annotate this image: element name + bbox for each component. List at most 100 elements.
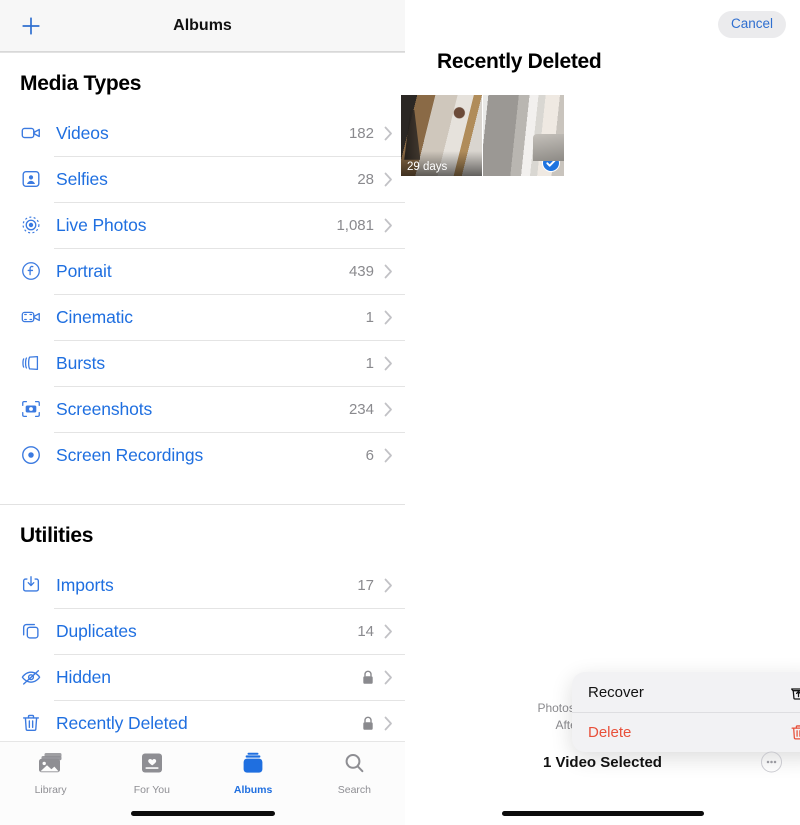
- chevron-right-icon: [384, 264, 393, 279]
- sidebar-row-count: 17: [357, 576, 374, 594]
- screen-recording-icon: [20, 444, 50, 466]
- detail-nav-bar: Cancel: [405, 0, 800, 44]
- sidebar-row-count: 439: [348, 262, 374, 280]
- bursts-stack-icon: [20, 352, 50, 374]
- chevron-right-icon: [384, 356, 393, 371]
- sidebar-row-imports[interactable]: Imports 17: [0, 562, 405, 608]
- chevron-right-icon: [384, 218, 393, 233]
- home-indicator: [130, 811, 275, 816]
- chevron-right-icon: [384, 126, 393, 141]
- detail-title: Recently Deleted: [437, 50, 602, 73]
- chevron-right-icon: [384, 448, 393, 463]
- sidebar-row-count: 234: [348, 400, 374, 418]
- sidebar-row-count: 14: [357, 622, 374, 640]
- tab-for-you[interactable]: For You: [101, 752, 202, 796]
- live-photo-icon: [20, 214, 50, 236]
- duplicates-copy-icon: [20, 620, 50, 642]
- chevron-right-icon: [384, 670, 393, 685]
- checkmark-circle-icon: [542, 154, 560, 172]
- sidebar-row-label: Screenshots: [56, 398, 153, 419]
- selection-count-label: 1 Video Selected: [543, 753, 662, 771]
- menu-item-label: Recover: [588, 683, 644, 701]
- sidebar-row-live-photos[interactable]: Live Photos 1,081: [0, 202, 405, 248]
- photo-thumbnail[interactable]: 29 days: [401, 95, 482, 176]
- lock-icon: [362, 716, 374, 731]
- menu-item-recover[interactable]: Recover: [572, 672, 800, 712]
- photo-thumbnail-selected[interactable]: [483, 95, 564, 176]
- chevron-right-icon: [384, 578, 393, 593]
- tab-library[interactable]: Library: [0, 752, 101, 796]
- context-menu: Recover Delete: [572, 672, 800, 752]
- sidebar-row-duplicates[interactable]: Duplicates 14: [0, 608, 405, 654]
- screenshot-camera-icon: [20, 398, 50, 420]
- trash-icon: [789, 723, 800, 742]
- sidebar-row-label: Live Photos: [56, 214, 147, 235]
- hidden-eye-slash-icon: [20, 666, 50, 688]
- photos-stack-icon: [38, 752, 64, 779]
- portrait-aperture-icon: [20, 260, 50, 282]
- sidebar-row-label: Cinematic: [56, 306, 133, 327]
- sidebar-row-bursts[interactable]: Bursts 1: [0, 340, 405, 386]
- sidebar-row-screenshots[interactable]: Screenshots 234: [0, 386, 405, 432]
- ellipsis-circle-icon[interactable]: [761, 751, 782, 773]
- chevron-right-icon: [384, 172, 393, 187]
- sidebar-row-count: 6: [365, 446, 374, 464]
- sidebar-row-label: Duplicates: [56, 620, 137, 641]
- tab-label: Albums: [233, 784, 273, 796]
- tab-albums[interactable]: Albums: [203, 752, 304, 796]
- albums-sidebar-pane: Albums Media Types Videos 182 Selfies 28…: [0, 0, 405, 825]
- sidebar-row-screen-recordings[interactable]: Screen Recordings 6: [0, 432, 405, 478]
- sidebar-row-selfies[interactable]: Selfies 28: [0, 156, 405, 202]
- tab-search[interactable]: Search: [304, 752, 405, 796]
- sidebar-row-label: Selfies: [56, 168, 108, 189]
- video-camera-icon: [20, 122, 50, 144]
- tab-label: Search: [337, 784, 372, 796]
- menu-item-label: Delete: [588, 724, 632, 741]
- section-header-utilities: Utilities: [20, 524, 94, 547]
- albums-list: Media Types Videos 182 Selfies 28 Live P…: [0, 52, 405, 825]
- sidebar-row-label: Portrait: [56, 260, 112, 281]
- sidebar-row-count: 1: [365, 354, 374, 372]
- magnifier-icon: [342, 752, 366, 779]
- sidebar-row-label: Recently Deleted: [56, 712, 188, 733]
- sidebar-row-hidden[interactable]: Hidden: [0, 654, 405, 700]
- photo-thumbnail-grid: 29 days: [401, 95, 564, 176]
- days-remaining-badge: 29 days: [401, 151, 482, 176]
- sidebar-row-label: Imports: [56, 574, 114, 595]
- import-download-icon: [20, 574, 50, 596]
- add-album-button[interactable]: [8, 3, 54, 49]
- for-you-card-icon: [140, 752, 164, 779]
- lock-icon: [362, 670, 374, 685]
- albums-book-icon: [241, 752, 265, 779]
- selection-toolbar: 1 Video Selected: [405, 745, 800, 779]
- chevron-right-icon: [384, 624, 393, 639]
- sidebar-row-count: 1: [365, 308, 374, 326]
- sidebar-row-count: 1,081: [336, 216, 374, 234]
- plus-icon: [20, 15, 42, 37]
- sidebar-row-label: Videos: [56, 122, 109, 143]
- sidebar-row-cinematic[interactable]: Cinematic 1: [0, 294, 405, 340]
- sidebar-row-label: Hidden: [56, 666, 111, 687]
- page-title: Albums: [173, 17, 232, 34]
- tab-label: For You: [133, 784, 170, 796]
- tab-label: Library: [34, 784, 67, 796]
- sidebar-row-count: 182: [348, 124, 374, 142]
- albums-nav-bar: Albums: [0, 0, 405, 52]
- sidebar-row-recently-deleted[interactable]: Recently Deleted: [0, 700, 405, 746]
- recover-tray-up-icon: [789, 683, 800, 702]
- sidebar-row-videos[interactable]: Videos 182: [0, 110, 405, 156]
- sidebar-row-portrait[interactable]: Portrait 439: [0, 248, 405, 294]
- trash-icon: [20, 712, 50, 734]
- chevron-right-icon: [384, 402, 393, 417]
- sidebar-row-label: Screen Recordings: [56, 444, 204, 465]
- cinematic-video-icon: [20, 306, 50, 328]
- home-indicator: [501, 811, 704, 816]
- cancel-button[interactable]: Cancel: [717, 11, 786, 38]
- section-header-media-types: Media Types: [20, 72, 142, 95]
- sidebar-row-label: Bursts: [56, 352, 105, 373]
- selfie-person-icon: [20, 168, 50, 190]
- chevron-right-icon: [384, 310, 393, 325]
- bottom-tab-bar: Library For You Albums Search: [0, 741, 405, 825]
- chevron-right-icon: [384, 716, 393, 731]
